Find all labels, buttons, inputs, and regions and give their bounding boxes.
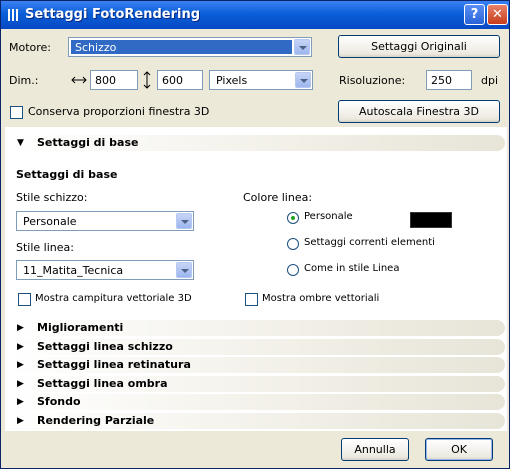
help-button[interactable]: ?	[464, 4, 485, 25]
line-color-option-personal: Personale	[304, 211, 353, 222]
engine-select-value: Schizzo	[71, 40, 292, 54]
close-button[interactable]: ✕	[487, 4, 508, 25]
height-value: 600	[162, 74, 183, 87]
chevron-down-icon[interactable]	[176, 262, 192, 278]
autoscale-button[interactable]: Autoscala Finestra 3D	[338, 100, 500, 123]
width-value: 800	[95, 74, 116, 87]
section-background[interactable]: ▶ Sfondo	[9, 394, 505, 410]
section-sketch-line-label: Settaggi linea schizzo	[37, 340, 173, 353]
resolution-label: Risoluzione:	[339, 74, 406, 87]
photorendering-settings-dialog: Settaggi FotoRendering ? ✕ Motore: Schiz…	[0, 0, 510, 469]
triangle-right-icon: ▶	[17, 323, 24, 333]
show-vector-hatch-checkbox[interactable]	[18, 293, 31, 306]
triangle-right-icon: ▶	[17, 379, 24, 389]
title-bar[interactable]: Settaggi FotoRendering ? ✕	[1, 1, 509, 29]
section-hatch-line[interactable]: ▶ Settaggi linea retinatura	[9, 357, 505, 373]
line-color-option-current: Settaggi correnti elementi	[304, 237, 435, 248]
settings-panel: ▼ Settaggi di base Settaggi di base Stil…	[5, 127, 507, 431]
dimensions-label: Dim.:	[9, 74, 39, 87]
height-arrow-icon	[143, 71, 151, 89]
close-icon: ✕	[492, 7, 503, 22]
engine-select[interactable]: Schizzo	[68, 37, 312, 57]
line-color-swatch[interactable]	[410, 212, 452, 228]
width-input[interactable]: 800	[90, 70, 138, 90]
sketch-style-value: Personale	[23, 215, 77, 228]
section-shadow-line[interactable]: ▶ Settaggi linea ombra	[9, 376, 505, 392]
triangle-right-icon: ▶	[17, 342, 24, 352]
cancel-button[interactable]: Annulla	[341, 438, 409, 461]
line-style-label: Stile linea:	[16, 241, 74, 254]
sketch-style-select[interactable]: Personale	[16, 211, 194, 231]
resolution-unit: dpi	[481, 74, 499, 87]
unit-select-value: Pixels	[216, 74, 248, 87]
basic-settings-heading: Settaggi di base	[16, 168, 118, 181]
section-basic-settings-label: Settaggi di base	[37, 136, 139, 149]
section-hatch-line-label: Settaggi linea retinatura	[37, 358, 191, 371]
window-title: Settaggi FotoRendering	[25, 7, 201, 22]
chevron-down-icon[interactable]	[294, 39, 310, 55]
unit-select[interactable]: Pixels	[209, 70, 313, 90]
line-color-label: Colore linea:	[243, 191, 313, 204]
section-background-label: Sfondo	[37, 395, 81, 408]
section-improvements-label: Miglioramenti	[37, 321, 124, 334]
line-color-option-linestyle: Come in stile Linea	[304, 263, 400, 274]
line-style-value: 11_Matita_Tecnica	[23, 264, 124, 277]
keep-proportions-checkbox[interactable]	[10, 106, 23, 119]
original-settings-button[interactable]: Settaggi Originali	[338, 35, 500, 58]
section-shadow-line-label: Settaggi linea ombra	[37, 377, 168, 390]
engine-label: Motore:	[9, 41, 52, 54]
triangle-right-icon: ▶	[17, 416, 24, 426]
keep-proportions-label: Conserva proporzioni finestra 3D	[28, 105, 210, 118]
chevron-down-icon[interactable]	[295, 72, 311, 88]
line-color-radio-personal[interactable]	[287, 212, 299, 224]
triangle-right-icon: ▶	[17, 360, 24, 370]
section-partial-rendering[interactable]: ▶ Rendering Parziale	[9, 413, 505, 429]
section-improvements[interactable]: ▶ Miglioramenti	[9, 320, 505, 336]
section-partial-rendering-label: Rendering Parziale	[37, 414, 155, 427]
width-arrow-icon	[71, 76, 87, 84]
triangle-down-icon: ▼	[17, 138, 24, 148]
line-color-radio-linestyle[interactable]	[287, 264, 299, 276]
section-sketch-line[interactable]: ▶ Settaggi linea schizzo	[9, 339, 505, 355]
section-basic-settings[interactable]: ▼ Settaggi di base	[9, 135, 505, 151]
resolution-input[interactable]: 250	[426, 70, 472, 90]
height-input[interactable]: 600	[157, 70, 203, 90]
chevron-down-icon[interactable]	[176, 213, 192, 229]
ok-button[interactable]: OK	[425, 438, 493, 461]
sketch-style-label: Stile schizzo:	[16, 191, 88, 204]
line-color-radio-current[interactable]	[287, 238, 299, 250]
triangle-right-icon: ▶	[17, 397, 24, 407]
show-vector-hatch-label: Mostra campitura vettoriale 3D	[35, 293, 192, 304]
show-vector-shadows-label: Mostra ombre vettoriali	[262, 293, 380, 304]
line-style-select[interactable]: 11_Matita_Tecnica	[16, 260, 194, 280]
resolution-value: 250	[431, 74, 452, 87]
show-vector-shadows-checkbox[interactable]	[245, 293, 258, 306]
app-icon	[8, 9, 18, 21]
